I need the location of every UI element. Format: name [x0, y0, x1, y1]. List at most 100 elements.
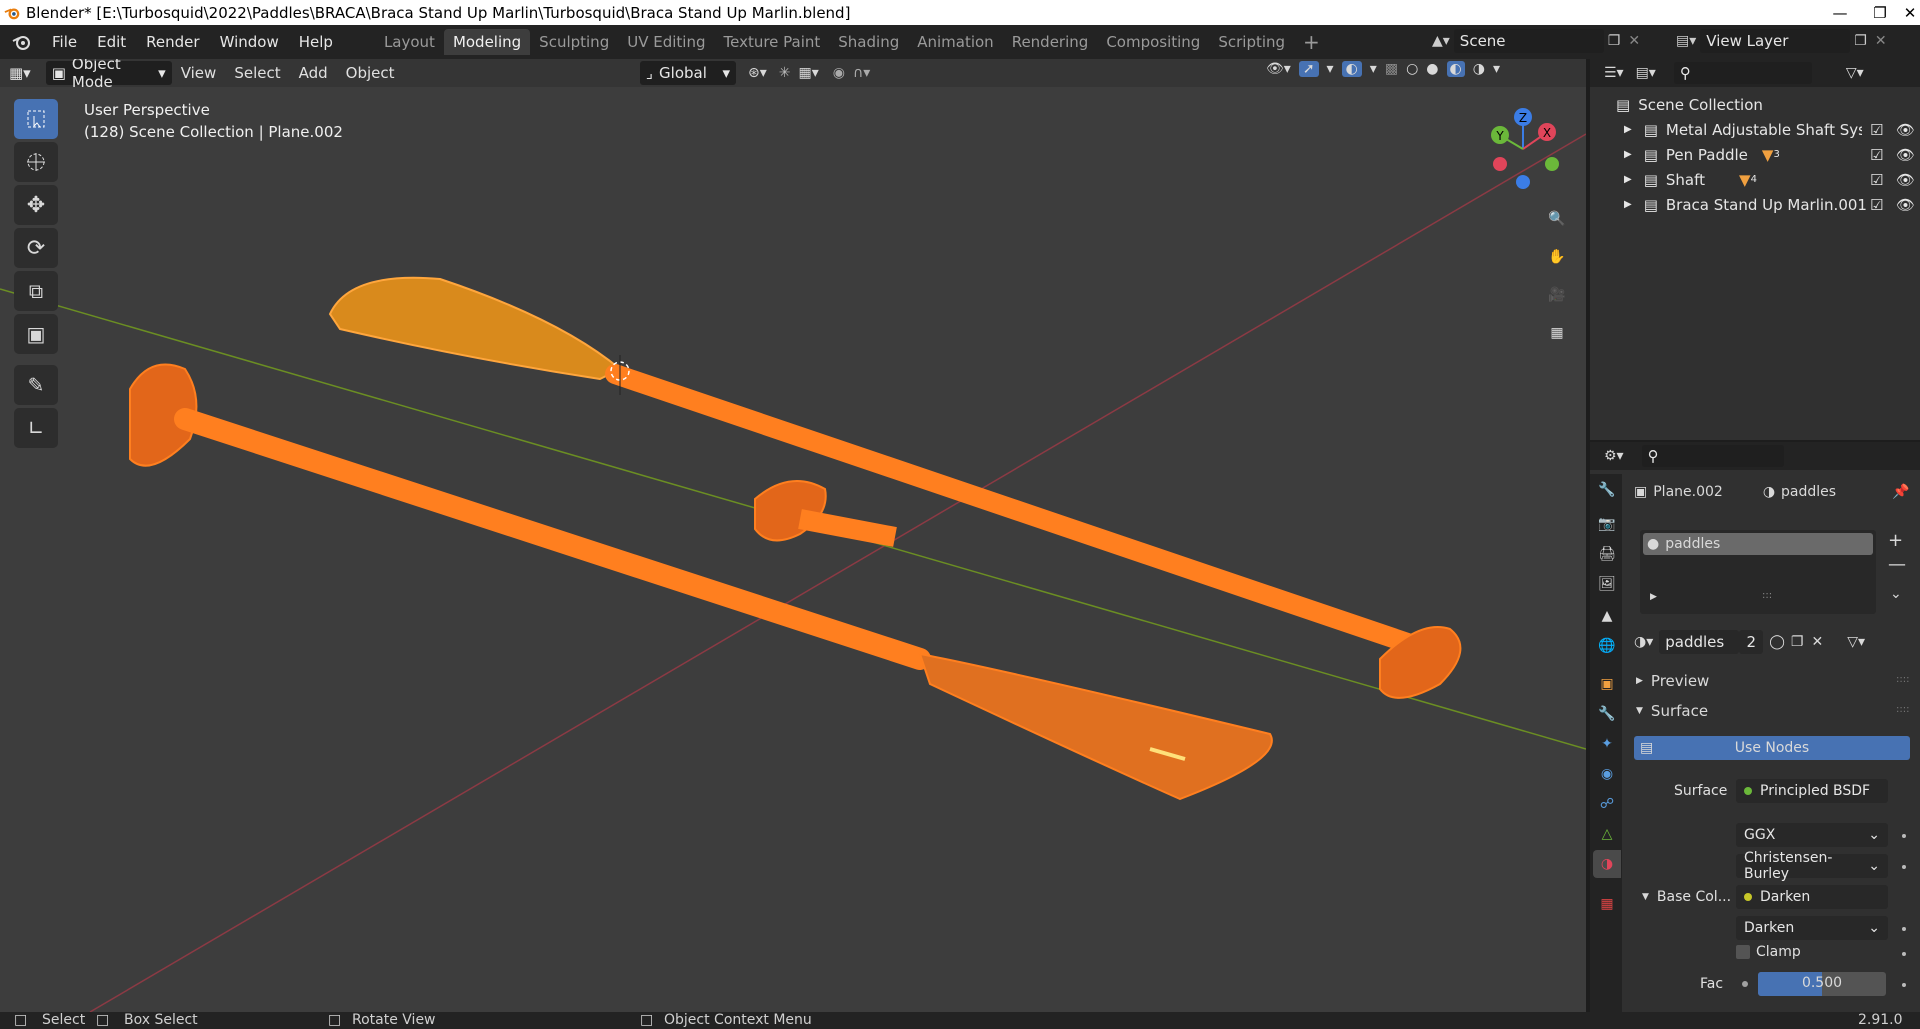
- material-slot-item[interactable]: ● paddles: [1643, 533, 1873, 555]
- outliner-search[interactable]: ⚲: [1673, 62, 1812, 84]
- navigation-gizmo[interactable]: Z X Y: [1478, 104, 1568, 194]
- scene-icon[interactable]: ▲▾: [1432, 33, 1450, 49]
- eye-icon[interactable]: 👁: [1896, 171, 1915, 189]
- scale-tool-icon[interactable]: ⧉: [14, 271, 58, 311]
- use-nodes-button[interactable]: ▤ Use Nodes: [1634, 736, 1910, 760]
- unlink-material-icon[interactable]: ✕: [1811, 634, 1823, 650]
- tab-animation[interactable]: Animation: [908, 29, 1002, 55]
- view-layer-tab-icon[interactable]: 🖼: [1593, 570, 1621, 598]
- pin-icon[interactable]: 📌: [1892, 484, 1909, 500]
- eye-icon[interactable]: 👁: [1896, 196, 1915, 214]
- annotate-tool-icon[interactable]: ✎: [14, 365, 58, 405]
- view-layer-icon[interactable]: ▤▾: [1676, 33, 1696, 49]
- expand-arrow-icon[interactable]: ▶: [1624, 174, 1632, 185]
- close-button[interactable]: ✕: [1890, 0, 1920, 25]
- outliner-root[interactable]: ▤ Scene Collection: [1590, 92, 1920, 117]
- measure-tool-icon[interactable]: ∟: [14, 408, 58, 448]
- select-box-tool-icon[interactable]: [14, 99, 58, 139]
- menu-window[interactable]: Window: [210, 29, 289, 55]
- ortho-grid-icon[interactable]: ▦: [1541, 317, 1573, 349]
- object-tab-icon[interactable]: ▣: [1593, 670, 1621, 698]
- display-mode-icon[interactable]: ▤▾: [1636, 65, 1656, 81]
- expand-arrow-icon[interactable]: ▶: [1624, 199, 1632, 210]
- tab-compositing[interactable]: Compositing: [1097, 29, 1209, 55]
- shading-options-icon[interactable]: ▾: [1493, 61, 1500, 77]
- material-shading-icon[interactable]: ◐: [1446, 61, 1465, 77]
- particles-tab-icon[interactable]: ✦: [1593, 730, 1621, 758]
- tab-scripting[interactable]: Scripting: [1209, 29, 1294, 55]
- move-tool-icon[interactable]: ✥: [14, 185, 58, 225]
- visibility-icon[interactable]: 👁▾: [1266, 61, 1291, 77]
- include-checkbox[interactable]: ☑: [1870, 121, 1883, 139]
- distribution-dropdown[interactable]: GGX ⌄: [1736, 823, 1888, 847]
- eye-icon[interactable]: 👁: [1896, 146, 1915, 164]
- tab-layout[interactable]: Layout: [375, 29, 444, 55]
- new-view-layer-icon[interactable]: ❐: [1854, 33, 1867, 49]
- subsurface-method-dropdown[interactable]: Christensen-Burley ⌄: [1736, 850, 1888, 882]
- snap-icon[interactable]: ✳: [779, 65, 791, 81]
- texture-tab-icon[interactable]: ▦: [1593, 890, 1621, 918]
- render-tab-icon[interactable]: 📷: [1593, 510, 1621, 538]
- include-checkbox[interactable]: ☑: [1870, 196, 1883, 214]
- properties-editor-type-icon[interactable]: ⚙▾: [1604, 448, 1624, 464]
- surface-shader-field[interactable]: Principled BSDF: [1736, 779, 1888, 803]
- wireframe-shading-icon[interactable]: ○: [1406, 61, 1418, 77]
- zoom-icon[interactable]: 🔍: [1541, 203, 1573, 235]
- add-workspace-button[interactable]: +: [1294, 29, 1329, 55]
- eye-icon[interactable]: 👁: [1896, 121, 1915, 139]
- keyframe-dot[interactable]: [1902, 865, 1906, 869]
- view-layer-selector[interactable]: View Layer: [1700, 29, 1851, 53]
- outliner-item-metal-adjustable[interactable]: ▶ ▤ Metal Adjustable Shaft System ☑ 👁: [1590, 117, 1920, 142]
- world-tab-icon[interactable]: 🌐: [1593, 632, 1621, 660]
- mode-selector[interactable]: ▣ Object Mode ▾: [45, 59, 172, 91]
- cursor-tool-icon[interactable]: [14, 142, 58, 182]
- viewport-menu-view[interactable]: View: [172, 60, 226, 86]
- viewport-menu-select[interactable]: Select: [225, 60, 289, 86]
- minimize-button[interactable]: —: [1820, 0, 1860, 25]
- panel-drag-grip[interactable]: ::::: [1896, 674, 1909, 685]
- base-color-field[interactable]: Darken: [1736, 885, 1888, 909]
- tab-uv-editing[interactable]: UV Editing: [618, 29, 714, 55]
- add-slot-button[interactable]: +: [1888, 530, 1903, 551]
- scene-selector[interactable]: Scene: [1453, 29, 1604, 53]
- viewport-menu-add[interactable]: Add: [290, 60, 337, 86]
- base-color-toggle[interactable]: ▼ Base Col...: [1642, 889, 1731, 905]
- outliner-editor-type-icon[interactable]: ☰▾: [1604, 65, 1624, 81]
- keyframe-dot[interactable]: [1902, 983, 1906, 987]
- surface-panel-header[interactable]: ▼ Surface: [1636, 702, 1708, 720]
- menu-help[interactable]: Help: [289, 29, 343, 55]
- gizmo-toggle-icon[interactable]: ➚: [1298, 61, 1319, 77]
- pivot-point-icon[interactable]: ⊛▾: [748, 65, 767, 81]
- rendered-shading-icon[interactable]: ◑: [1473, 61, 1485, 77]
- panel-drag-grip[interactable]: ::::: [1896, 704, 1909, 715]
- tab-texture-paint[interactable]: Texture Paint: [714, 29, 829, 55]
- outliner-item-shaft[interactable]: ▶ ▤ Shaft ▼ 4 ☑ 👁: [1590, 167, 1920, 192]
- remove-slot-button[interactable]: —: [1888, 554, 1906, 575]
- tab-modeling[interactable]: Modeling: [443, 29, 531, 55]
- scene-tab-icon[interactable]: ▲: [1593, 602, 1621, 630]
- proportional-edit-icon[interactable]: ◉: [833, 65, 845, 81]
- tab-rendering[interactable]: Rendering: [1003, 29, 1098, 55]
- physics-tab-icon[interactable]: ◉: [1593, 760, 1621, 788]
- transform-orientation[interactable]: ⌟ Global ▾: [640, 61, 736, 85]
- modifier-tab-icon[interactable]: 🔧: [1593, 700, 1621, 728]
- xray-icon[interactable]: ▩: [1385, 61, 1398, 77]
- new-material-icon[interactable]: ❐: [1791, 634, 1804, 650]
- new-scene-icon[interactable]: ❐: [1608, 33, 1621, 49]
- menu-file[interactable]: File: [42, 29, 87, 55]
- slot-specials-icon[interactable]: ⌄: [1890, 586, 1902, 602]
- tool-tab-icon[interactable]: 🔧: [1593, 476, 1621, 504]
- falloff-icon[interactable]: ∩▾: [853, 65, 870, 81]
- user-count[interactable]: 2: [1739, 630, 1764, 654]
- node-link-icon[interactable]: ▽▾: [1847, 634, 1865, 650]
- rotate-tool-icon[interactable]: ⟳: [14, 228, 58, 268]
- menu-edit[interactable]: Edit: [87, 29, 136, 55]
- editor-type-icon[interactable]: ▦▾: [0, 60, 40, 86]
- tab-shading[interactable]: Shading: [829, 29, 908, 55]
- keyframe-dot[interactable]: [1902, 834, 1906, 838]
- outliner-item-pen-paddle[interactable]: ▶ ▤ Pen Paddle ▼ 3 ☑ 👁: [1590, 142, 1920, 167]
- expand-arrow-icon[interactable]: ▶: [1624, 149, 1632, 160]
- menu-render[interactable]: Render: [136, 29, 209, 55]
- camera-view-icon[interactable]: 🎥: [1541, 279, 1573, 311]
- delete-scene-icon[interactable]: ✕: [1628, 33, 1640, 49]
